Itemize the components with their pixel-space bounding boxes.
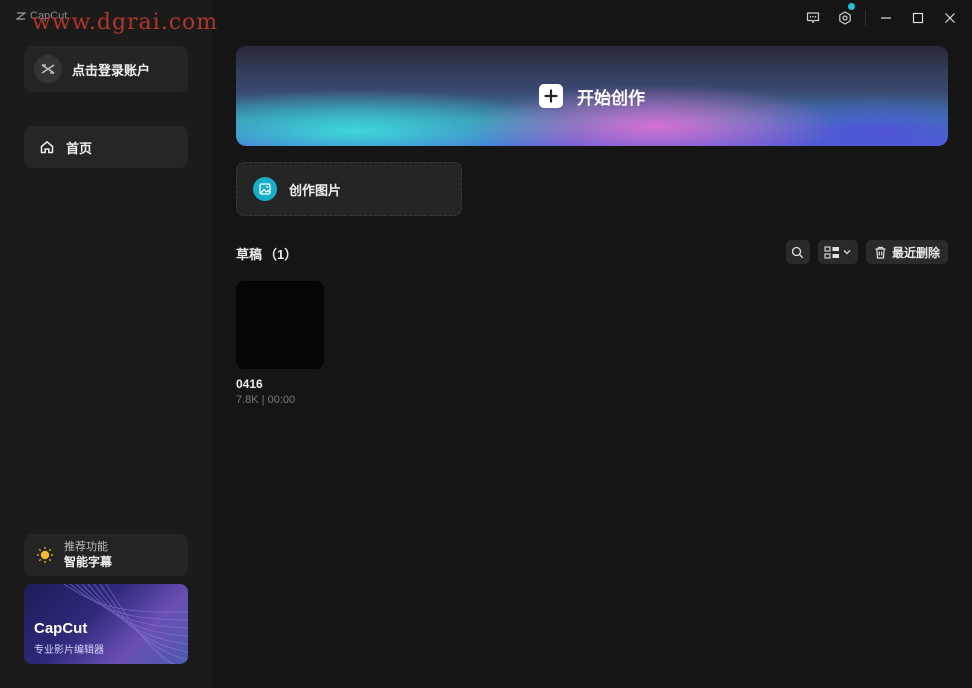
- image-icon: [253, 177, 277, 201]
- chevron-down-icon: [844, 250, 851, 255]
- maximize-icon: [912, 12, 924, 24]
- title-bar-controls: [797, 3, 966, 30]
- drafts-title: 草稿: [236, 247, 263, 262]
- title-bar-divider: [865, 10, 866, 26]
- drafts-count: （1）: [264, 247, 298, 262]
- search-button[interactable]: [785, 240, 810, 264]
- promo-subtitle: 专业影片编辑器: [34, 645, 104, 656]
- recommended-feature-card[interactable]: 推荐功能 智能字幕: [24, 534, 188, 576]
- promo-title: CapCut: [34, 620, 88, 637]
- drafts-heading: 草稿 （1）: [236, 244, 297, 263]
- lightbulb-icon: [37, 547, 53, 563]
- start-creating-label: 开始创作: [577, 88, 645, 108]
- create-image-label: 创作图片: [289, 182, 342, 198]
- draft-item[interactable]: 0416 7.8K | 00:00: [236, 281, 324, 406]
- sidebar-item-home[interactable]: 首页: [24, 126, 188, 168]
- promo-banner[interactable]: CapCut 专业影片编辑器: [24, 584, 188, 664]
- home-icon: [40, 141, 54, 154]
- recently-deleted-button[interactable]: 最近删除: [865, 240, 948, 264]
- settings-button[interactable]: [829, 3, 861, 30]
- capcut-logo-icon: [16, 12, 26, 20]
- maximize-button[interactable]: [902, 6, 934, 30]
- draft-meta: 7.8K | 00:00: [236, 394, 296, 406]
- search-icon: [792, 246, 804, 258]
- create-image-button[interactable]: 创作图片: [236, 162, 462, 216]
- watermark: www.dgrai.com: [32, 10, 219, 35]
- capcut-window: CapCut www.dgrai.com 点击登录账户 首页 推荐功能 智能字幕…: [0, 0, 972, 688]
- draft-name: 0416: [236, 377, 263, 391]
- feedback-button[interactable]: [797, 6, 829, 30]
- settings-icon: [839, 11, 851, 25]
- draft-thumbnail[interactable]: [236, 281, 324, 369]
- sidebar-item-label: 首页: [66, 140, 93, 156]
- trash-icon: [875, 246, 886, 259]
- feedback-icon: [806, 12, 820, 24]
- login-button[interactable]: 点击登录账户: [24, 46, 188, 92]
- drafts-toolbar: 最近删除: [785, 240, 948, 264]
- close-button[interactable]: [934, 6, 966, 30]
- close-icon: [945, 13, 955, 23]
- minimize-icon: [881, 17, 891, 19]
- plus-icon: [539, 84, 563, 108]
- minimize-button[interactable]: [870, 6, 902, 30]
- avatar: [34, 55, 62, 83]
- recently-deleted-label: 最近删除: [891, 245, 940, 260]
- feature-subtitle: 推荐功能: [64, 541, 108, 553]
- notification-dot: [848, 3, 855, 10]
- capcut-avatar-icon: [41, 64, 55, 74]
- sidebar: CapCut www.dgrai.com 点击登录账户 首页 推荐功能 智能字幕…: [0, 0, 217, 688]
- feature-title: 智能字幕: [64, 555, 113, 569]
- view-mode-dropdown[interactable]: [817, 240, 858, 264]
- login-label: 点击登录账户: [72, 62, 151, 78]
- grid-view-icon: [824, 245, 840, 259]
- start-creating-button[interactable]: 开始创作: [236, 46, 948, 146]
